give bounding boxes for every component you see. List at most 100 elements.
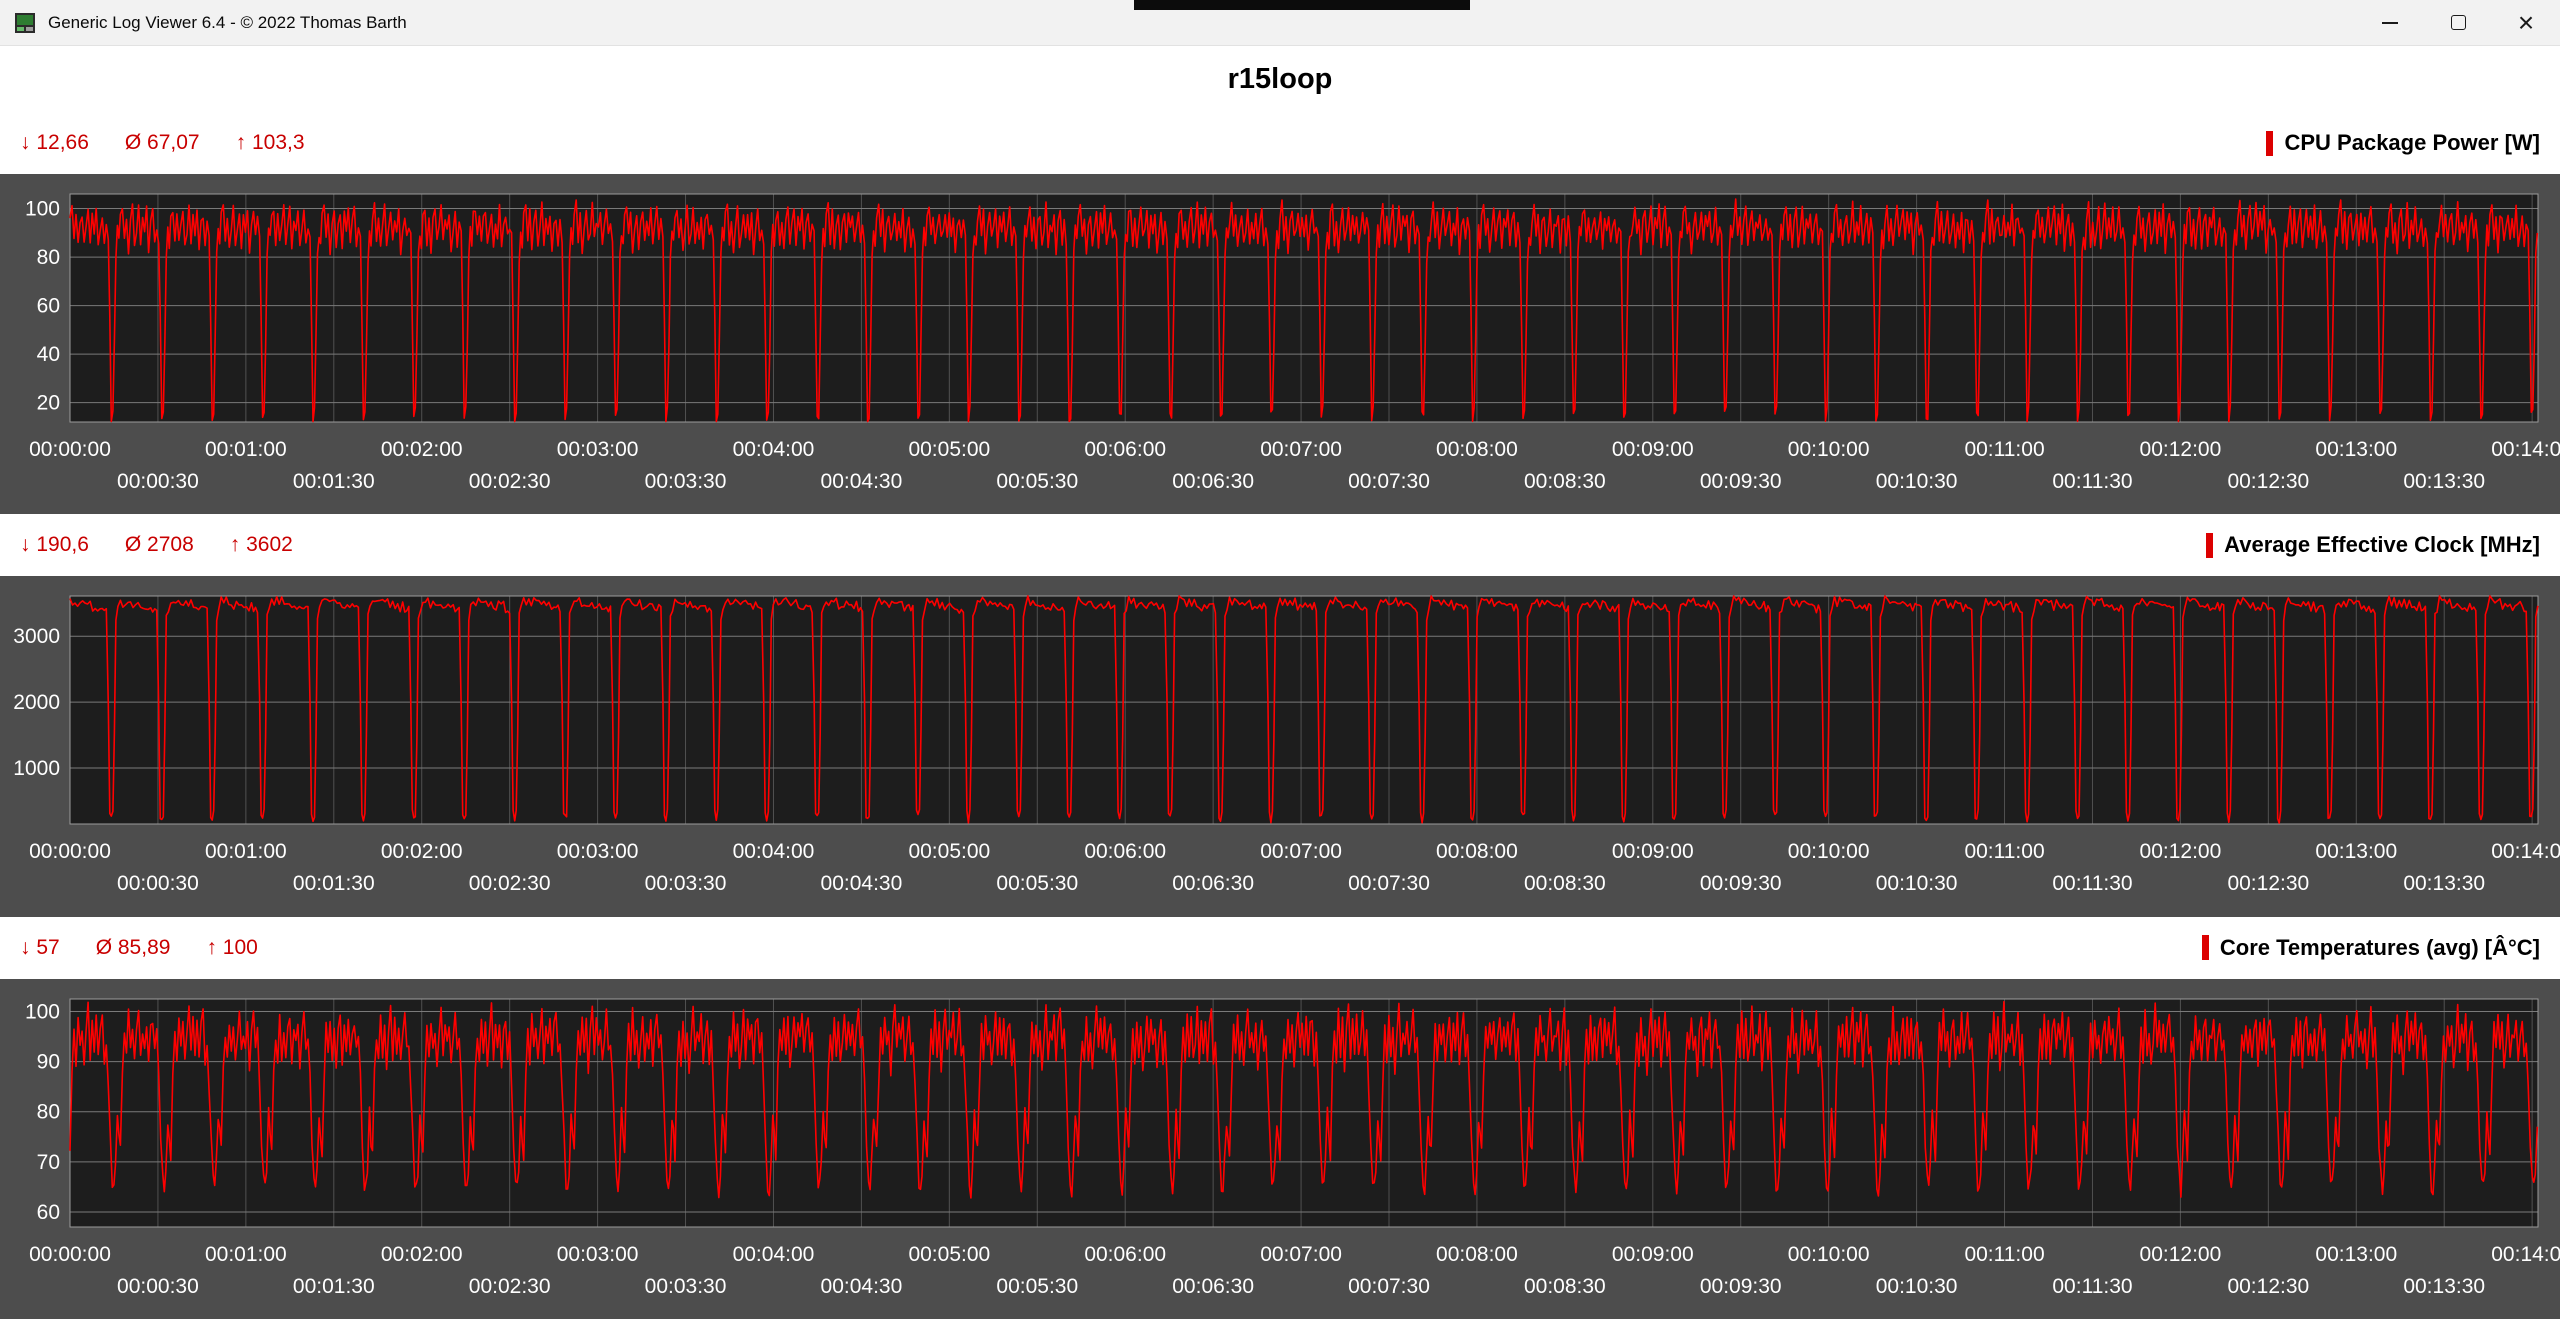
stat-avg: Ø 67,07 bbox=[125, 131, 200, 155]
stats-row: ↓ 190,6 Ø 2708 ↑ 3602 Average Effective … bbox=[0, 514, 2560, 576]
svg-text:00:14:00: 00:14:00 bbox=[2491, 1243, 2560, 1266]
svg-text:00:11:30: 00:11:30 bbox=[2052, 872, 2132, 895]
svg-text:00:07:30: 00:07:30 bbox=[1348, 1275, 1430, 1298]
svg-text:00:01:30: 00:01:30 bbox=[293, 470, 375, 493]
stat-min: ↓ 190,6 bbox=[20, 533, 89, 557]
svg-text:00:10:30: 00:10:30 bbox=[1876, 1275, 1958, 1298]
svg-text:00:13:00: 00:13:00 bbox=[2315, 438, 2397, 461]
chart-section-cpu-power: ↓ 12,66 Ø 67,07 ↑ 103,3 CPU Package Powe… bbox=[0, 112, 2560, 514]
svg-text:90: 90 bbox=[37, 1050, 60, 1073]
svg-text:00:08:30: 00:08:30 bbox=[1524, 872, 1606, 895]
svg-text:00:13:30: 00:13:30 bbox=[2403, 1275, 2485, 1298]
svg-text:80: 80 bbox=[37, 1100, 60, 1123]
svg-text:70: 70 bbox=[37, 1151, 60, 1174]
minimize-button[interactable] bbox=[2356, 0, 2424, 45]
svg-text:00:01:00: 00:01:00 bbox=[205, 438, 287, 461]
svg-text:00:00:30: 00:00:30 bbox=[117, 470, 199, 493]
svg-text:00:12:00: 00:12:00 bbox=[2140, 1243, 2222, 1266]
svg-text:00:03:00: 00:03:00 bbox=[557, 1243, 639, 1266]
svg-text:00:00:00: 00:00:00 bbox=[29, 840, 111, 863]
svg-text:40: 40 bbox=[37, 343, 60, 366]
svg-text:00:02:30: 00:02:30 bbox=[469, 470, 551, 493]
svg-text:00:12:30: 00:12:30 bbox=[2227, 470, 2309, 493]
svg-text:00:07:00: 00:07:00 bbox=[1260, 1243, 1342, 1266]
app-window: Generic Log Viewer 6.4 - © 2022 Thomas B… bbox=[0, 0, 2560, 1319]
svg-text:00:12:30: 00:12:30 bbox=[2227, 1275, 2309, 1298]
stat-avg: Ø 85,89 bbox=[96, 936, 171, 960]
svg-text:00:11:30: 00:11:30 bbox=[2052, 470, 2132, 493]
app-icon bbox=[14, 12, 36, 34]
stat-max: ↑ 3602 bbox=[230, 533, 293, 557]
svg-text:00:10:00: 00:10:00 bbox=[1788, 438, 1870, 461]
series-color-icon bbox=[2266, 131, 2273, 156]
svg-text:00:01:30: 00:01:30 bbox=[293, 872, 375, 895]
chart-svg: 6070809010000:00:0000:01:0000:02:0000:03… bbox=[0, 979, 2560, 1319]
svg-text:00:09:30: 00:09:30 bbox=[1700, 1275, 1782, 1298]
svg-text:1000: 1000 bbox=[13, 757, 60, 780]
series-legend: Core Temperatures (avg) [Â°C] bbox=[2202, 935, 2540, 961]
stat-min: ↓ 12,66 bbox=[20, 131, 89, 155]
series-title: Average Effective Clock [MHz] bbox=[2224, 532, 2540, 558]
svg-text:00:09:00: 00:09:00 bbox=[1612, 840, 1694, 863]
svg-text:00:06:30: 00:06:30 bbox=[1172, 470, 1254, 493]
svg-text:00:11:00: 00:11:00 bbox=[1964, 1243, 2044, 1266]
svg-text:00:06:30: 00:06:30 bbox=[1172, 872, 1254, 895]
chart-canvas-cpu-power[interactable]: 2040608010000:00:0000:01:0000:02:0000:03… bbox=[0, 174, 2560, 514]
series-title: CPU Package Power [W] bbox=[2284, 130, 2540, 156]
svg-text:00:00:00: 00:00:00 bbox=[29, 1243, 111, 1266]
chart-svg: 10002000300000:00:0000:01:0000:02:0000:0… bbox=[0, 576, 2560, 916]
svg-text:00:13:00: 00:13:00 bbox=[2315, 840, 2397, 863]
stats-group: ↓ 12,66 Ø 67,07 ↑ 103,3 bbox=[20, 131, 305, 155]
page-title: r15loop bbox=[1228, 63, 1333, 96]
svg-text:00:08:00: 00:08:00 bbox=[1436, 438, 1518, 461]
svg-text:20: 20 bbox=[37, 392, 60, 415]
series-color-icon bbox=[2206, 533, 2213, 558]
svg-text:00:06:30: 00:06:30 bbox=[1172, 1275, 1254, 1298]
close-icon: × bbox=[2518, 9, 2534, 37]
stats-group: ↓ 190,6 Ø 2708 ↑ 3602 bbox=[20, 533, 293, 557]
svg-text:00:12:00: 00:12:00 bbox=[2140, 438, 2222, 461]
svg-text:00:05:00: 00:05:00 bbox=[908, 840, 990, 863]
svg-text:00:02:30: 00:02:30 bbox=[469, 872, 551, 895]
chart-canvas-core-temps[interactable]: 6070809010000:00:0000:01:0000:02:0000:03… bbox=[0, 979, 2560, 1319]
maximize-button[interactable] bbox=[2424, 0, 2492, 45]
svg-text:00:04:30: 00:04:30 bbox=[821, 470, 903, 493]
svg-text:00:11:30: 00:11:30 bbox=[2052, 1275, 2132, 1298]
chart-canvas-effective-clock[interactable]: 10002000300000:00:0000:01:0000:02:0000:0… bbox=[0, 576, 2560, 916]
svg-text:00:11:00: 00:11:00 bbox=[1964, 840, 2044, 863]
title-strip: r15loop bbox=[0, 46, 2560, 112]
minimize-icon bbox=[2382, 22, 2398, 24]
close-button[interactable]: × bbox=[2492, 0, 2560, 45]
svg-text:00:00:30: 00:00:30 bbox=[117, 1275, 199, 1298]
svg-text:00:11:00: 00:11:00 bbox=[1964, 438, 2044, 461]
stat-max: ↑ 103,3 bbox=[236, 131, 305, 155]
svg-text:00:05:00: 00:05:00 bbox=[908, 1243, 990, 1266]
svg-text:00:03:30: 00:03:30 bbox=[645, 1275, 727, 1298]
svg-text:00:00:00: 00:00:00 bbox=[29, 438, 111, 461]
svg-text:00:08:30: 00:08:30 bbox=[1524, 470, 1606, 493]
svg-text:100: 100 bbox=[25, 198, 60, 221]
svg-text:00:05:30: 00:05:30 bbox=[996, 872, 1078, 895]
svg-text:00:03:00: 00:03:00 bbox=[557, 840, 639, 863]
svg-text:00:06:00: 00:06:00 bbox=[1084, 438, 1166, 461]
series-legend: Average Effective Clock [MHz] bbox=[2206, 532, 2540, 558]
svg-text:00:14:00: 00:14:00 bbox=[2491, 438, 2560, 461]
series-color-icon bbox=[2202, 935, 2209, 960]
svg-text:00:10:00: 00:10:00 bbox=[1788, 840, 1870, 863]
background-window-sliver bbox=[1134, 0, 1470, 10]
svg-text:00:03:30: 00:03:30 bbox=[645, 470, 727, 493]
svg-text:00:03:00: 00:03:00 bbox=[557, 438, 639, 461]
svg-text:00:13:30: 00:13:30 bbox=[2403, 872, 2485, 895]
svg-text:00:04:00: 00:04:00 bbox=[733, 438, 815, 461]
svg-text:00:04:30: 00:04:30 bbox=[821, 872, 903, 895]
chart-svg: 2040608010000:00:0000:01:0000:02:0000:03… bbox=[0, 174, 2560, 514]
svg-text:00:04:00: 00:04:00 bbox=[733, 1243, 815, 1266]
window-controls: × bbox=[2356, 0, 2560, 45]
series-title: Core Temperatures (avg) [Â°C] bbox=[2220, 935, 2540, 961]
svg-text:00:00:30: 00:00:30 bbox=[117, 872, 199, 895]
svg-text:60: 60 bbox=[37, 1201, 60, 1224]
stat-max: ↑ 100 bbox=[206, 936, 257, 960]
maximize-icon bbox=[2451, 15, 2466, 30]
svg-text:00:08:30: 00:08:30 bbox=[1524, 1275, 1606, 1298]
titlebar[interactable]: Generic Log Viewer 6.4 - © 2022 Thomas B… bbox=[0, 0, 2560, 46]
